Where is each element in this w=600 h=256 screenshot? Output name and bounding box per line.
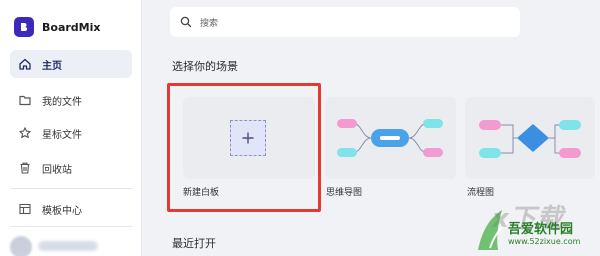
sidebar-item-templates[interactable]: 模板中心 [10, 195, 132, 223]
section-title-scene: 选择你的场景 [172, 60, 238, 73]
folder-icon [19, 95, 31, 106]
app-name: BoardMix [42, 20, 101, 34]
sidebar-divider [10, 226, 132, 227]
watermark-site-name: 吾爱软件园 [508, 222, 574, 237]
search-input[interactable]: 搜索 [170, 7, 520, 37]
user-profile[interactable] [10, 232, 132, 256]
highlight-frame [167, 83, 321, 212]
sidebar-item-label: 我的文件 [42, 96, 82, 108]
trash-icon [20, 162, 30, 174]
watermark-url: www.52zixue.com [508, 237, 581, 246]
flowchart-thumbnail-icon [479, 120, 581, 158]
sidebar-item-my-files[interactable]: 我的文件 [10, 86, 132, 114]
home-icon [19, 58, 31, 70]
sidebar-item-label: 主页 [42, 60, 62, 72]
sidebar-item-home[interactable]: 主页 [10, 50, 132, 78]
brand[interactable]: BoardMix [14, 14, 100, 40]
sidebar-item-label: 星标文件 [42, 129, 82, 141]
sidebar-item-label: 模板中心 [42, 205, 82, 217]
sidebar-divider [10, 188, 132, 189]
section-title-recent: 最近打开 [172, 237, 216, 250]
search-icon [180, 16, 192, 28]
mindmap-thumbnail-icon [337, 119, 443, 157]
sidebar-item-starred[interactable]: 星标文件 [10, 119, 132, 147]
sidebar-item-trash[interactable]: 回收站 [10, 154, 132, 182]
star-icon [19, 127, 31, 139]
boardmix-logo-icon [14, 17, 34, 37]
card-mindmap[interactable] [325, 97, 456, 179]
user-name-blurred [38, 241, 98, 251]
card-flowchart[interactable] [465, 97, 595, 179]
search-placeholder: 搜索 [200, 18, 219, 29]
sidebar: BoardMix 主页 我的文件 星标文件 回收站 模板中心 [0, 0, 142, 256]
avatar [10, 236, 32, 256]
card-label-mindmap: 思维导图 [326, 188, 363, 198]
template-icon [19, 203, 31, 215]
sidebar-item-label: 回收站 [42, 164, 72, 176]
